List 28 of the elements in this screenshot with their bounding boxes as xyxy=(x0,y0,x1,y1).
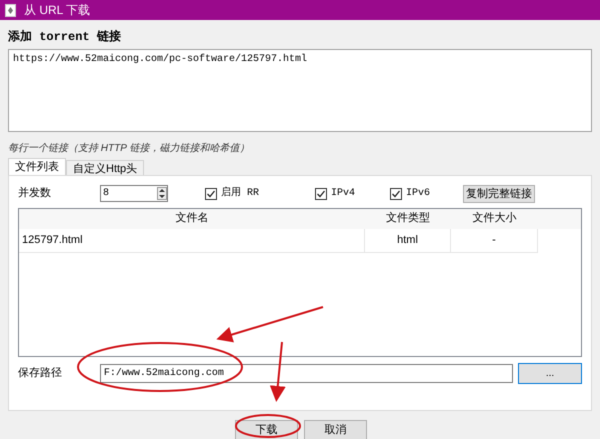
section-label: 添加 torrent 链接 xyxy=(8,28,122,46)
save-path-field[interactable]: F:/www.52maicong.com xyxy=(100,364,514,382)
spin-arrows-icon[interactable] xyxy=(157,187,167,200)
concurrency-label: 并发数 xyxy=(18,186,52,202)
copy-link-button[interactable]: 复制完整链接 xyxy=(463,184,535,202)
tab[interactable]: 文件列表 xyxy=(8,158,66,174)
hint-text: 每行一个链接（支持 HTTP 链接，磁力链接和哈希值） xyxy=(8,142,250,156)
browse-button[interactable]: ... xyxy=(518,362,582,384)
links-field[interactable]: https://www.52maicong.com/pc-software/125797.html xyxy=(8,49,592,132)
save-path-label: 保存路径 xyxy=(18,366,63,381)
column-header[interactable]: 文件大小 xyxy=(451,210,538,227)
checkbox[interactable] xyxy=(315,188,327,200)
tab[interactable]: 自定义Http头 xyxy=(66,160,144,174)
app-icon xyxy=(5,4,16,16)
checkbox-label: 启用 RR xyxy=(221,186,260,201)
cancel-button[interactable]: 取消 xyxy=(304,420,367,439)
table-cell: 125797.html xyxy=(19,228,365,252)
window-title: 从 URL 下载 xyxy=(24,2,90,19)
annotation-ellipse xyxy=(235,414,301,438)
concurrency-spinbox[interactable]: 8 xyxy=(100,185,168,202)
column-header[interactable]: 文件名 xyxy=(19,210,365,227)
table-cell: html xyxy=(365,228,451,252)
column-header[interactable]: 文件类型 xyxy=(365,210,451,227)
checkbox[interactable] xyxy=(205,188,217,200)
checkbox-label: IPv4 xyxy=(331,187,356,201)
checkbox-label: IPv6 xyxy=(406,187,430,201)
table-cell: - xyxy=(451,228,538,252)
checkbox[interactable] xyxy=(390,188,402,200)
